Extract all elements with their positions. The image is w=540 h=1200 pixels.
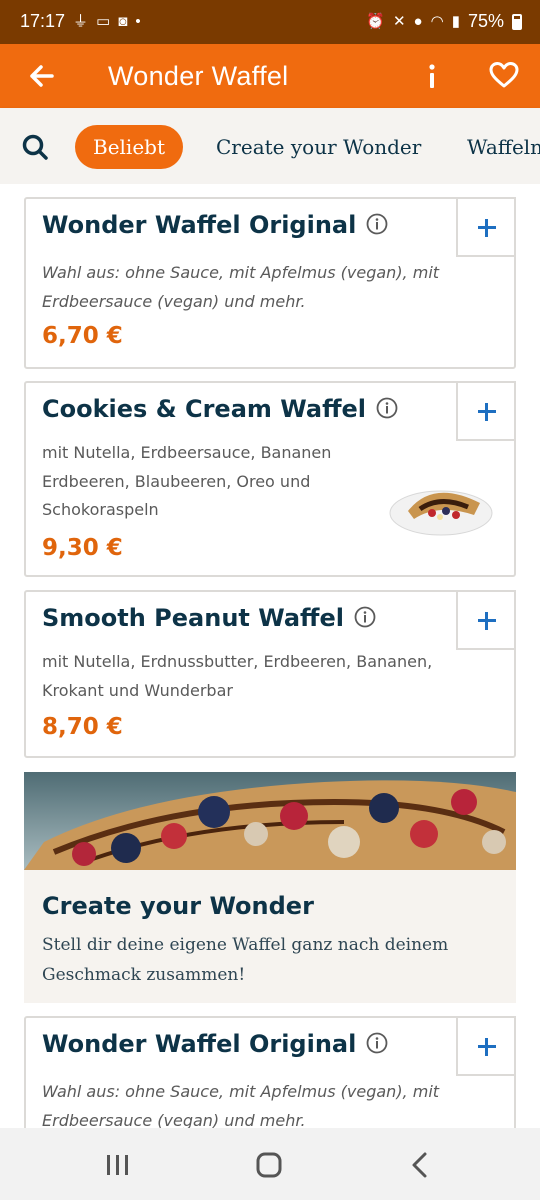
product-price: 8,70 € xyxy=(42,714,123,740)
product-name: Wonder Waffel Original xyxy=(42,211,357,239)
promo-text: Stell dir deine eigene Waffel ganz nach … xyxy=(42,935,449,985)
product-description: Wahl aus: ohne Sauce, mit Apfelmus (vega… xyxy=(42,1082,440,1128)
info-circle-icon[interactable] xyxy=(366,213,388,235)
search-icon[interactable] xyxy=(20,132,50,162)
wifi-icon: ◠ xyxy=(430,12,444,30)
heart-icon[interactable] xyxy=(486,56,522,96)
product-price: 9,30 € xyxy=(42,535,123,561)
promo-title: Create your Wonder xyxy=(42,892,314,920)
screen-cast-icon: ▭ xyxy=(96,12,111,30)
location-icon: ● xyxy=(413,12,423,30)
product-description: mit Nutella, Erdnussbutter, Erdbeeren, B… xyxy=(42,652,433,700)
product-name-row: Cookies & Cream Waffel xyxy=(42,395,398,423)
home-icon[interactable] xyxy=(249,1150,289,1180)
tab-waffeln[interactable]: Waffeln xyxy=(467,125,540,169)
add-button[interactable] xyxy=(456,381,516,441)
product-description: mit Nutella, Erdbeersauce, Bananen Erdbe… xyxy=(42,443,332,519)
app-bar: Wonder Waffel xyxy=(0,44,540,108)
product-name-row: Wonder Waffel Original xyxy=(42,1030,388,1058)
product-name: Cookies & Cream Waffel xyxy=(42,395,367,423)
add-button[interactable] xyxy=(456,590,516,650)
info-icon[interactable] xyxy=(420,56,444,96)
add-button[interactable] xyxy=(456,197,516,257)
notification-icon: ⏚ xyxy=(73,12,89,30)
dot-icon: • xyxy=(135,12,141,30)
create-your-wonder-promo[interactable]: Create your Wonder Stell dir deine eigen… xyxy=(24,772,516,1003)
chevron-left-icon[interactable] xyxy=(400,1150,440,1180)
recents-icon[interactable] xyxy=(98,1150,138,1180)
add-button[interactable] xyxy=(456,1016,516,1076)
tab-create-your-wonder[interactable]: Create your Wonder xyxy=(216,125,421,169)
arrow-left-icon[interactable] xyxy=(22,56,62,96)
status-bar: 17:17 ⏚ ▭ ◙ • ⏰ ✕ ● ◠ ▮ 75% xyxy=(0,0,540,44)
info-circle-icon[interactable] xyxy=(376,397,398,419)
product-name-row: Smooth Peanut Waffel xyxy=(42,604,376,632)
product-price: 6,70 € xyxy=(42,323,123,349)
waffle-plate-image xyxy=(389,490,493,536)
battery-icon xyxy=(512,13,522,30)
product-name: Smooth Peanut Waffel xyxy=(42,604,345,632)
page-title: Wonder Waffel xyxy=(108,61,289,91)
info-circle-icon[interactable] xyxy=(366,1032,388,1054)
product-name: Wonder Waffel Original xyxy=(42,1030,357,1058)
instagram-icon: ◙ xyxy=(118,12,128,30)
product-card-wonder-waffel-original[interactable]: Wonder Waffel Original Wahl aus: ohne Sa… xyxy=(24,197,516,369)
info-circle-icon[interactable] xyxy=(354,606,376,628)
product-card-smooth-peanut-waffel[interactable]: Smooth Peanut Waffel mit Nutella, Erdnus… xyxy=(24,590,516,758)
mute-icon: ✕ xyxy=(392,12,406,30)
product-name-row: Wonder Waffel Original xyxy=(42,211,388,239)
system-navigation-bar xyxy=(0,1128,540,1200)
category-tab-bar: Beliebt Create your Wonder Waffeln xyxy=(0,108,540,184)
product-card-cookies-cream-waffel[interactable]: Cookies & Cream Waffel mit Nutella, Erdb… xyxy=(24,381,516,577)
alarm-icon: ⏰ xyxy=(366,12,385,30)
status-time: 17:17 xyxy=(20,11,66,31)
tab-beliebt[interactable]: Beliebt xyxy=(75,125,184,169)
signal-icon: ▮ xyxy=(451,12,460,30)
product-card-wonder-waffel-original-2[interactable]: Wonder Waffel Original Wahl aus: ohne Sa… xyxy=(24,1016,516,1128)
product-list[interactable]: Wonder Waffel Original Wahl aus: ohne Sa… xyxy=(0,184,540,1128)
waffle-banner-image xyxy=(24,772,516,870)
battery-percent: 75% xyxy=(467,11,504,31)
product-description: Wahl aus: ohne Sauce, mit Apfelmus (vega… xyxy=(42,263,440,311)
